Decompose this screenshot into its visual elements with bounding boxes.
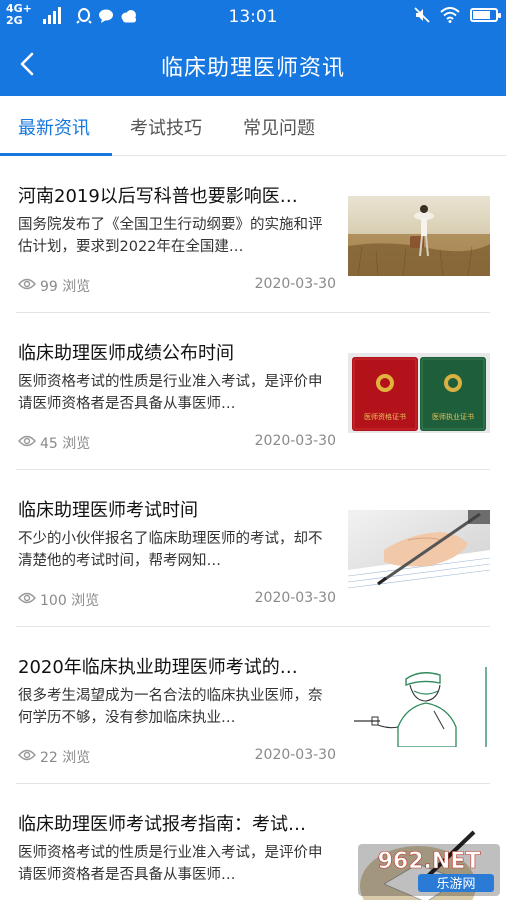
eye-icon bbox=[18, 278, 36, 290]
tab-latest-news[interactable]: 最新资讯 bbox=[18, 114, 90, 140]
publish-date: 2020-03-30 bbox=[254, 276, 336, 292]
article-summary: 医师资格考试的性质是行业准入考试，是评价申请医师资格者是否具备从事医师… bbox=[18, 374, 323, 412]
publish-date: 2020-03-30 bbox=[254, 433, 336, 449]
view-count: 100 浏览 bbox=[40, 593, 100, 609]
certificates-image: 医师资格证书 医师执业证书 bbox=[348, 353, 490, 433]
article-item[interactable]: 2020年临床执业助理医师考试的… 很多考生渴望成为一名合法的临床执业医师，奈何… bbox=[16, 627, 490, 784]
watermark-subtitle: 乐游网 bbox=[436, 877, 475, 892]
eye-icon bbox=[18, 592, 36, 604]
publish-date: 2020-03-30 bbox=[254, 590, 336, 606]
article-title: 2020年临床执业助理医师考试的… bbox=[18, 657, 298, 678]
status-bar: 4G+ 2G 13:01 bbox=[0, 0, 506, 32]
article-title: 临床助理医师考试报考指南：考试… bbox=[18, 814, 306, 835]
watermark-brand: 962.NET bbox=[378, 849, 481, 874]
app-header: 临床助理医师资讯 bbox=[0, 32, 506, 96]
article-summary: 很多考生渴望成为一名合法的临床执业医师，奈何学历不够，没有参加临床执业… bbox=[18, 688, 323, 726]
doctor-sketch-image bbox=[348, 667, 490, 747]
article-summary: 医师资格考试的性质是行业准入考试，是评价申请医师资格者是否具备从事医师… bbox=[18, 845, 323, 883]
article-meta: 45 浏览 2020-03-30 bbox=[18, 433, 336, 452]
battery-icon bbox=[470, 8, 501, 22]
article-item[interactable]: 临床助理医师成绩公布时间 医师资格考试的性质是行业准入考试，是评价申请医师资格者… bbox=[16, 313, 490, 470]
article-title: 临床助理医师考试时间 bbox=[18, 500, 198, 521]
tab-faq[interactable]: 常见问题 bbox=[243, 114, 315, 140]
certificate-text: 医师资格证书 bbox=[364, 412, 406, 421]
article-item[interactable]: 河南2019以后写科普也要影响医… 国务院发布了《全国卫生行动纲要》的实施和评估… bbox=[16, 156, 490, 313]
certificate-text: 医师执业证书 bbox=[432, 412, 474, 421]
site-watermark-logo: 962.NET 乐游网 bbox=[358, 844, 500, 896]
article-summary: 不少的小伙伴报名了临床助理医师的考试，却不清楚他的考试时间，帮考网知… bbox=[18, 531, 323, 569]
article-meta: 22 浏览 2020-03-30 bbox=[18, 747, 336, 766]
girl-in-field-image bbox=[348, 196, 490, 276]
eye-icon bbox=[18, 435, 36, 447]
eye-icon bbox=[18, 749, 36, 761]
view-count: 22 浏览 bbox=[40, 750, 91, 766]
article-title: 河南2019以后写科普也要影响医… bbox=[18, 186, 298, 207]
view-count: 99 浏览 bbox=[40, 279, 91, 295]
article-item[interactable]: 临床助理医师考试时间 不少的小伙伴报名了临床助理医师的考试，却不清楚他的考试时间… bbox=[16, 470, 490, 627]
hand-writing-image bbox=[348, 510, 490, 590]
view-count: 45 浏览 bbox=[40, 436, 91, 452]
tab-exam-tips[interactable]: 考试技巧 bbox=[130, 114, 202, 140]
article-meta: 100 浏览 2020-03-30 bbox=[18, 590, 336, 609]
article-title: 临床助理医师成绩公布时间 bbox=[18, 343, 234, 364]
publish-date: 2020-03-30 bbox=[254, 747, 336, 763]
system-icons bbox=[414, 7, 501, 23]
tab-bar: 最新资讯 考试技巧 常见问题 bbox=[0, 96, 506, 156]
page-title: 临床助理医师资讯 bbox=[160, 56, 345, 81]
wifi-icon bbox=[440, 7, 460, 23]
mute-icon bbox=[414, 7, 430, 23]
article-meta: 99 浏览 2020-03-30 bbox=[18, 276, 336, 295]
article-summary: 国务院发布了《全国卫生行动纲要》的实施和评估计划，要求到2022年在全国建… bbox=[18, 217, 323, 255]
